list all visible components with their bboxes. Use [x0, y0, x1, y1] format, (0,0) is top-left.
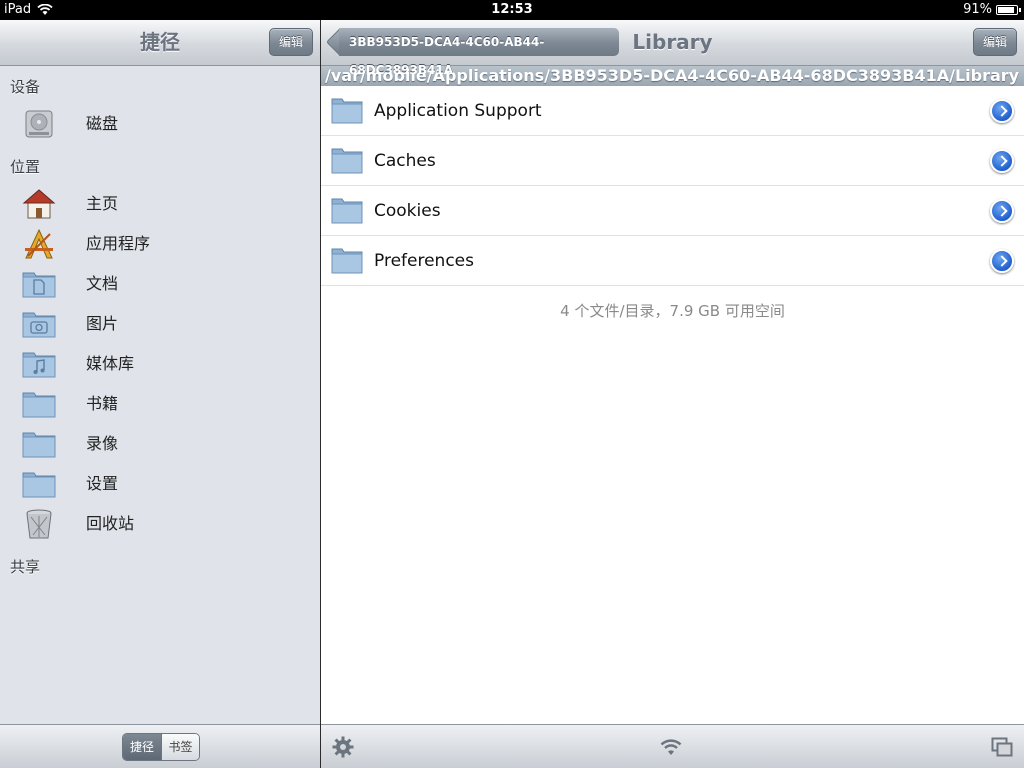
shortcut-trash[interactable]: 回收站: [0, 504, 320, 544]
wifi-icon[interactable]: [659, 735, 683, 759]
segment-shortcuts[interactable]: 捷径: [123, 734, 161, 760]
shortcuts-edit-button[interactable]: 编辑: [268, 28, 313, 56]
shortcut-pictures[interactable]: 图片: [0, 304, 320, 344]
section-places: 位置: [10, 158, 41, 176]
shortcut-label: 录像: [86, 434, 119, 453]
shortcut-label: 媒体库: [86, 354, 135, 373]
shortcuts-pane: 捷径 编辑 设备 磁盘 位置 主页 应用程序 文档 图片 媒体库 书籍 录像 设…: [0, 20, 320, 768]
file-browser-pane: 3BB953D5-DCA4-4C60-AB44-68DC3893B41A Lib…: [321, 20, 1024, 768]
shortcut-label: 书籍: [86, 394, 119, 413]
file-row-caches[interactable]: Caches: [321, 136, 1024, 186]
windows-icon[interactable]: [990, 735, 1014, 759]
back-button-wrap: 3BB953D5-DCA4-4C60-AB44-68DC3893B41A: [329, 20, 619, 77]
detail-disclosure-button[interactable]: [990, 99, 1014, 123]
pictures-folder-icon: [22, 312, 56, 338]
folder-icon: [331, 148, 363, 174]
folder-icon: [22, 392, 56, 418]
home-icon: [22, 189, 56, 219]
file-name: Caches: [374, 151, 436, 171]
file-row-preferences[interactable]: Preferences: [321, 236, 1024, 286]
status-time: 12:53: [491, 2, 533, 17]
shortcut-label: 应用程序: [86, 234, 151, 253]
folder-icon: [331, 198, 363, 224]
detail-disclosure-button[interactable]: [990, 149, 1014, 173]
documents-folder-icon: [22, 272, 56, 298]
file-row-application-support[interactable]: Application Support: [321, 86, 1024, 136]
file-browser-navbar: 3BB953D5-DCA4-4C60-AB44-68DC3893B41A Lib…: [321, 20, 1024, 77]
folder-icon: [22, 432, 56, 458]
music-folder-icon: [22, 352, 56, 378]
shortcut-label: 主页: [86, 194, 119, 213]
shortcut-label: 回收站: [86, 514, 135, 533]
shortcut-label: 磁盘: [86, 114, 119, 133]
shortcut-applications[interactable]: 应用程序: [0, 224, 320, 264]
back-button[interactable]: 3BB953D5-DCA4-4C60-AB44-68DC3893B41A: [339, 28, 619, 77]
shortcut-label: 文档: [86, 274, 119, 293]
shortcut-media-library[interactable]: 媒体库: [0, 344, 320, 384]
battery-percent: 91%: [963, 2, 992, 17]
shortcut-books[interactable]: 书籍: [0, 384, 320, 424]
battery-icon: [996, 4, 1021, 15]
shortcuts-toolbar: 捷径 书签: [0, 724, 320, 768]
folder-icon: [331, 248, 363, 274]
shortcut-videos[interactable]: 录像: [0, 424, 320, 464]
file-name: Application Support: [374, 101, 542, 121]
file-name: Cookies: [374, 201, 441, 221]
section-shared: 共享: [10, 558, 41, 576]
file-name: Preferences: [374, 251, 474, 271]
shortcut-label: 图片: [86, 314, 119, 333]
file-browser-toolbar: [321, 724, 1024, 768]
segment-bookmarks[interactable]: 书签: [161, 734, 199, 760]
detail-disclosure-button[interactable]: [990, 199, 1014, 223]
shortcuts-navbar: 捷径 编辑: [0, 20, 320, 66]
shortcuts-bookmarks-segmented-control: 捷径 书签: [122, 733, 200, 761]
folder-icon: [22, 472, 56, 498]
hard-disk-icon: [25, 110, 53, 138]
shortcut-settings[interactable]: 设置: [0, 464, 320, 504]
trash-icon: [26, 509, 52, 539]
folder-icon: [331, 98, 363, 124]
applications-icon: [25, 228, 53, 259]
detail-disclosure-button[interactable]: [990, 249, 1014, 273]
section-devices: 设备: [10, 78, 41, 96]
status-bar: iPad 12:53 91%: [0, 0, 1024, 20]
shortcut-disk[interactable]: 磁盘: [0, 104, 320, 144]
file-row-cookies[interactable]: Cookies: [321, 186, 1024, 236]
folder-summary: 4 个文件/目录，7.9 GB 可用空间: [560, 302, 785, 320]
file-edit-button[interactable]: 编辑: [972, 28, 1017, 56]
shortcut-home[interactable]: 主页: [0, 184, 320, 224]
shortcut-label: 设置: [86, 474, 119, 493]
gear-icon[interactable]: [331, 735, 355, 759]
shortcut-documents[interactable]: 文档: [0, 264, 320, 304]
